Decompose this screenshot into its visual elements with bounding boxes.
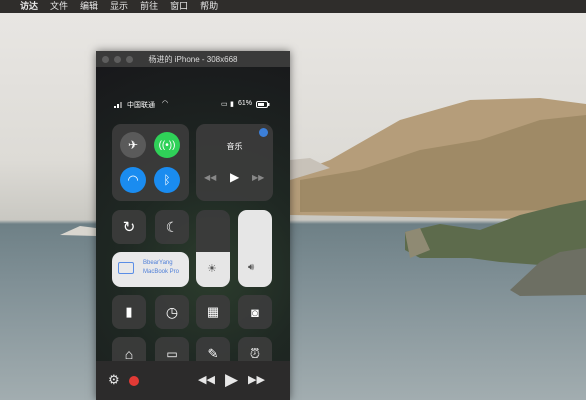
bluetooth-button[interactable]: ᛒ: [154, 167, 180, 193]
fast-forward-button[interactable]: ▶▶: [252, 173, 264, 182]
connectivity-panel: ✈ ((•)) ◠ ᛒ: [112, 124, 189, 201]
phone-screen: 中国联通 ◠ ▭ ▮ 61% ✈ ((•)) ◠ ᛒ 音乐 ◀◀ ▶ ▶▶ ↻ …: [96, 67, 290, 361]
menu-go[interactable]: 前往: [140, 0, 158, 13]
mirroring-target-name: BbearYang: [143, 260, 173, 266]
toolbar-rewind-button[interactable]: ◀◀: [198, 373, 215, 386]
brightness-slider[interactable]: ☀: [196, 210, 230, 287]
home-button[interactable]: ⌂: [112, 337, 146, 361]
do-not-disturb-button[interactable]: ☾: [155, 210, 189, 244]
menu-window[interactable]: 窗口: [170, 0, 188, 13]
calculator-button[interactable]: ▦: [196, 295, 230, 329]
toolbar-play-button[interactable]: ▶: [225, 370, 238, 390]
status-wifi-icon: ◠: [162, 100, 169, 107]
window-title: 杨进的 iPhone - 308x668: [148, 54, 238, 64]
volume-slider[interactable]: 🔊︎: [238, 210, 272, 287]
alarm-button[interactable]: ⏰︎: [238, 337, 272, 361]
signal-icon: [114, 101, 124, 110]
brightness-icon: ☀: [207, 263, 217, 275]
zoom-window-button[interactable]: [126, 56, 133, 63]
camera-icon: ◙: [251, 304, 259, 320]
wifi-icon: ◠: [127, 172, 139, 187]
bluetooth-icon: ᛒ: [163, 173, 171, 187]
alarm-clock-icon: ⏰︎: [249, 346, 261, 361]
low-power-button[interactable]: ▭: [155, 337, 189, 361]
menu-finder[interactable]: 访达: [20, 0, 38, 13]
close-window-button[interactable]: [102, 56, 109, 63]
mirroring-target-device: MacBook Pro: [143, 269, 180, 275]
menu-help[interactable]: 帮助: [200, 0, 218, 13]
menu-view[interactable]: 显示: [110, 0, 128, 13]
menu-edit[interactable]: 编辑: [80, 0, 98, 13]
music-panel: 音乐 ◀◀ ▶ ▶▶: [196, 124, 273, 201]
airplane-icon: ✈: [127, 138, 139, 152]
moon-icon: ☾: [165, 218, 179, 235]
camera-button[interactable]: ◙: [238, 295, 272, 329]
window-titlebar: 杨进的 iPhone - 308x668: [96, 51, 290, 67]
timer-icon: ◷: [165, 303, 179, 320]
rotation-lock-button[interactable]: ↻: [112, 210, 146, 244]
settings-gear-icon[interactable]: ⚙: [108, 372, 120, 388]
desktop-background: 访达 文件 编辑 显示 前往 窗口 帮助 杨进的 iPhone - 308x66…: [0, 0, 586, 400]
speaker-icon: 🔊︎: [248, 262, 255, 273]
battery-percent: 61%: [238, 100, 253, 107]
menu-bar: 访达 文件 编辑 显示 前往 窗口 帮助: [0, 0, 586, 13]
cellular-data-button[interactable]: ((•)): [154, 132, 180, 158]
minimize-window-button[interactable]: [114, 56, 121, 63]
airplay-audio-icon[interactable]: [259, 128, 268, 137]
play-button[interactable]: ▶: [230, 170, 239, 184]
low-power-icon: ▭: [166, 347, 178, 361]
airplane-mode-button[interactable]: ✈: [120, 132, 146, 158]
calculator-icon: ▦: [206, 304, 220, 319]
record-button[interactable]: [129, 376, 139, 386]
toolbar-forward-button[interactable]: ▶▶: [248, 373, 265, 386]
carrier-label: 中国联通: [127, 102, 155, 109]
lock-rotation-icon: ▮: [230, 101, 234, 108]
music-title: 音乐: [226, 142, 243, 151]
timer-button[interactable]: ◷: [155, 295, 189, 329]
screen-mirror-icon: ▭: [221, 101, 228, 108]
rotation-lock-icon: ↻: [122, 219, 136, 236]
home-icon: ⌂: [124, 346, 134, 361]
flashlight-icon: ▮: [125, 304, 133, 319]
notes-icon: ✎: [207, 346, 219, 361]
menu-file[interactable]: 文件: [50, 0, 68, 13]
flashlight-button[interactable]: ▮: [112, 295, 146, 329]
phone-status-bar: 中国联通 ◠ ▭ ▮ 61%: [114, 100, 272, 110]
iphone-mirror-window: 杨进的 iPhone - 308x668 中国联通 ◠ ▭ ▮ 61% ✈ ((…: [96, 51, 290, 400]
screen-mirroring-button[interactable]: BbearYang MacBook Pro: [112, 252, 189, 287]
volume-fill: [238, 210, 272, 287]
wifi-button[interactable]: ◠: [120, 167, 146, 193]
mirror-toolbar: ⚙ ◀◀ ▶ ▶▶: [96, 361, 290, 400]
landscape-image: [60, 98, 586, 296]
notes-button[interactable]: ✎: [196, 337, 230, 361]
battery-icon: [256, 101, 270, 110]
rewind-button[interactable]: ◀◀: [204, 173, 216, 182]
screen-mirroring-icon: [118, 262, 134, 274]
cellular-data-icon: ((•)): [158, 139, 176, 151]
